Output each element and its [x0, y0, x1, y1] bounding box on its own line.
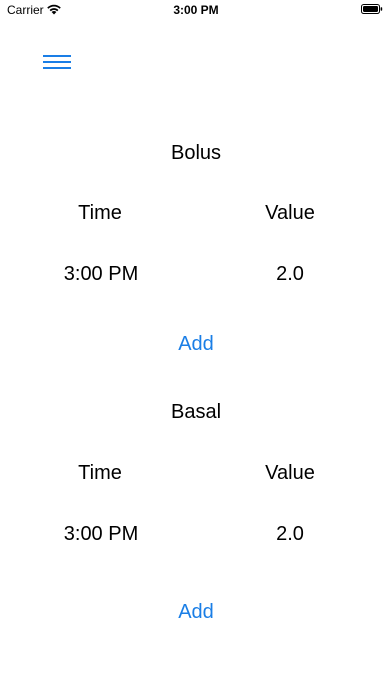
basal-time-header: Time: [78, 462, 122, 484]
bolus-time-header: Time: [78, 202, 122, 224]
status-bar: Carrier 3:00 PM: [0, 0, 392, 22]
basal-row-value: 2.0: [276, 523, 304, 545]
bolus-row-value: 2.0: [276, 263, 304, 285]
basal-value-header: Value: [265, 462, 315, 484]
hamburger-menu-icon: [43, 55, 71, 69]
bolus-add-button[interactable]: Add: [178, 333, 214, 356]
bolus-row-time: 3:00 PM: [63, 263, 139, 285]
menu-button[interactable]: [40, 50, 74, 76]
basal-add-button[interactable]: Add: [178, 601, 214, 624]
basal-title: Basal: [170, 401, 222, 423]
battery-icon: [361, 4, 383, 14]
bolus-value-header: Value: [265, 202, 315, 224]
bolus-title: Bolus: [170, 142, 222, 164]
basal-row-time: 3:00 PM: [63, 523, 139, 545]
status-time: 3:00 PM: [173, 3, 219, 17]
